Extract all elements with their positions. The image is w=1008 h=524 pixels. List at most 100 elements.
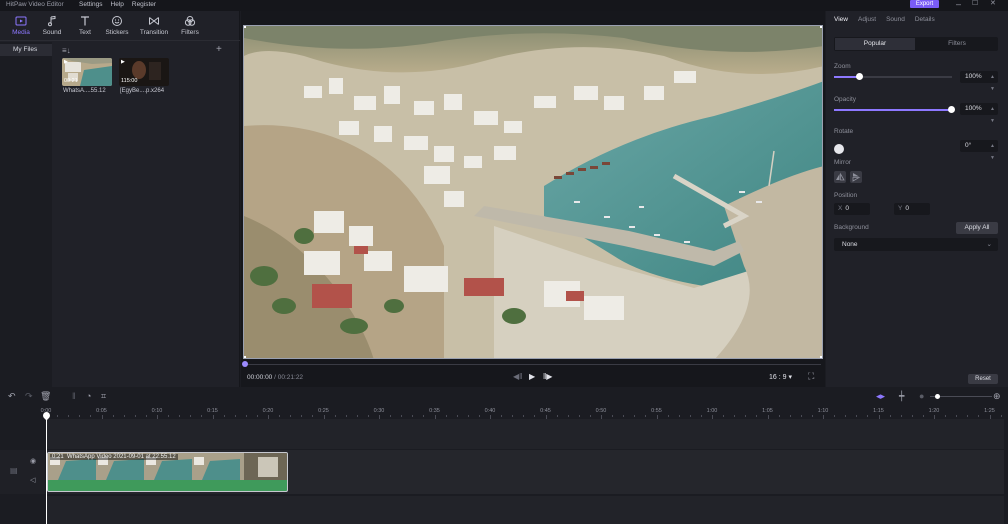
add-media-button[interactable]: + (216, 44, 222, 55)
zoom-value: 100% (965, 73, 982, 80)
audio-track[interactable] (46, 496, 1004, 524)
zoom-label: Zoom (834, 63, 851, 70)
crop-handle[interactable] (244, 356, 246, 358)
title-bar: HitPaw Video Editor Settings Help Regist… (0, 0, 1008, 11)
position-y-field[interactable]: Y0 (894, 203, 930, 215)
playhead[interactable] (46, 413, 47, 524)
sort-icon[interactable]: ≡↓ (62, 46, 71, 55)
fit-timeline-icon[interactable]: ┿ (899, 391, 904, 402)
tab-sound[interactable]: Sound (37, 15, 67, 36)
ruler-tick (501, 415, 503, 417)
ruler-tick (623, 415, 625, 417)
rotate-value-field[interactable]: 0° ▲ ▼ (960, 140, 998, 161)
speed-icon[interactable]: ◔ (86, 391, 91, 401)
timeline-zoom-knob[interactable] (935, 394, 940, 399)
aspect-ratio-dropdown[interactable]: 16 : 9 ▾ (769, 373, 792, 381)
crop-handle[interactable] (244, 26, 246, 28)
ruler-tick (123, 415, 125, 417)
menu-register[interactable]: Register (132, 0, 156, 10)
tab-transition[interactable]: Transition (139, 15, 169, 36)
menu-settings[interactable]: Settings (79, 0, 103, 10)
ruler-tick (900, 415, 902, 417)
audio-icon[interactable]: ◁ (30, 476, 35, 484)
snap-icon[interactable]: ◂▸ (876, 391, 885, 402)
zoom-value-field[interactable]: 100% ▲ ▼ (960, 71, 998, 92)
media-thumbnail[interactable]: ▶ 115:00 (119, 58, 169, 86)
ruler-tick (756, 415, 758, 417)
ruler-tick (978, 415, 980, 417)
app-title: HitPaw Video Editor (6, 1, 64, 8)
video-clip[interactable]: 0:21 WhatsApp Video 2021-09-01 at 22.55.… (47, 452, 288, 492)
undo-icon[interactable]: ↶ (8, 391, 16, 402)
export-button[interactable]: Export (910, 0, 939, 8)
tab-adjust[interactable]: Adjust (858, 16, 876, 23)
tab-filters[interactable]: Filters (175, 15, 205, 36)
opacity-slider-knob[interactable] (948, 106, 955, 113)
time-separator: / (274, 374, 276, 381)
scrubber-handle[interactable] (242, 361, 248, 367)
tab-stickers[interactable]: Stickers (102, 15, 132, 36)
ruler-tick (956, 415, 958, 417)
opacity-slider[interactable] (834, 106, 955, 113)
tab-media[interactable]: Media (6, 15, 36, 36)
ruler-tick (645, 415, 647, 417)
tab-text[interactable]: Text (70, 15, 100, 36)
redo-icon[interactable]: ↷ (25, 391, 33, 402)
tab-view[interactable]: View (834, 16, 848, 23)
sidebar-item-my-files[interactable]: My Files (0, 44, 52, 56)
minimize-icon[interactable]: – (956, 0, 961, 9)
tab-details[interactable]: Details (915, 16, 935, 23)
position-x-field[interactable]: X0 (834, 203, 870, 215)
stepper-icon[interactable]: ▲ ▼ (990, 140, 995, 164)
zoom-in-icon[interactable]: ⊕ (993, 391, 1001, 402)
crop-icon[interactable]: ⌗ (101, 391, 106, 402)
tab-stickers-label: Stickers (105, 29, 129, 36)
ruler-tick (534, 415, 536, 417)
crop-handle[interactable] (820, 356, 822, 358)
mirror-vertical-button[interactable] (850, 171, 862, 183)
position-label: Position (834, 192, 858, 199)
delete-icon[interactable]: 🗑 (40, 391, 51, 402)
play-icon[interactable]: ▶ (529, 372, 535, 381)
overlay-track[interactable] (46, 419, 1004, 449)
video-preview[interactable] (243, 25, 823, 359)
ruler-tick-label: 0:25 (318, 408, 329, 414)
ruler-tick (634, 415, 636, 417)
eye-icon[interactable]: ◉ (30, 457, 36, 465)
preview-panel: 00:00:00 / 00:21:22 ◀‖ ▶ ‖▶ 16 : 9 ▾ ⛶ (241, 11, 825, 387)
properties-tabs: View Adjust Sound Details (834, 16, 935, 23)
segment-filters[interactable]: Filters (917, 38, 997, 50)
next-frame-icon[interactable]: ‖▶ (543, 372, 552, 381)
segment-popular[interactable]: Popular (835, 38, 915, 50)
close-icon[interactable]: ✕ (990, 0, 996, 8)
properties-panel: View Adjust Sound Details Popular Filter… (826, 11, 1008, 387)
tab-sound[interactable]: Sound (886, 16, 905, 23)
position-x-value: 0 (845, 205, 849, 212)
rotate-dial[interactable] (834, 144, 844, 154)
opacity-slider-fill (834, 109, 952, 111)
menu-help[interactable]: Help (111, 0, 124, 10)
music-note-icon (48, 15, 56, 27)
split-icon[interactable]: ‖ (72, 391, 76, 401)
background-select[interactable]: None ⌄ (834, 238, 998, 251)
crop-handle[interactable] (820, 26, 822, 28)
media-toolbar: Media Sound Text Stickers Transition Fil… (0, 11, 240, 41)
previous-frame-icon[interactable]: ◀‖ (513, 372, 522, 381)
media-thumbnail[interactable]: ▶ 00:21 (62, 58, 112, 86)
fullscreen-icon[interactable]: ⛶ (808, 371, 814, 382)
mirror-horizontal-button[interactable] (834, 171, 846, 183)
preview-scrubber[interactable] (243, 364, 821, 365)
zoom-slider-knob[interactable] (856, 73, 863, 80)
time-ruler[interactable]: 0:000:050:100:150:200:250:300:350:400:45… (0, 405, 1008, 419)
stepper-icon[interactable]: ▲ ▼ (990, 103, 995, 127)
stepper-icon[interactable]: ▲ ▼ (990, 71, 995, 95)
apply-all-button[interactable]: Apply All (956, 222, 998, 234)
zoom-out-icon[interactable]: ● (919, 391, 924, 401)
maximize-icon[interactable]: ☐ (972, 0, 978, 8)
ruler-tick (967, 415, 969, 417)
current-time: 00:00:00 (247, 374, 273, 381)
zoom-slider[interactable] (834, 73, 952, 80)
ruler-tick (778, 415, 780, 417)
reset-button[interactable]: Reset (968, 374, 998, 384)
opacity-value-field[interactable]: 100% ▲ ▼ (960, 103, 998, 124)
